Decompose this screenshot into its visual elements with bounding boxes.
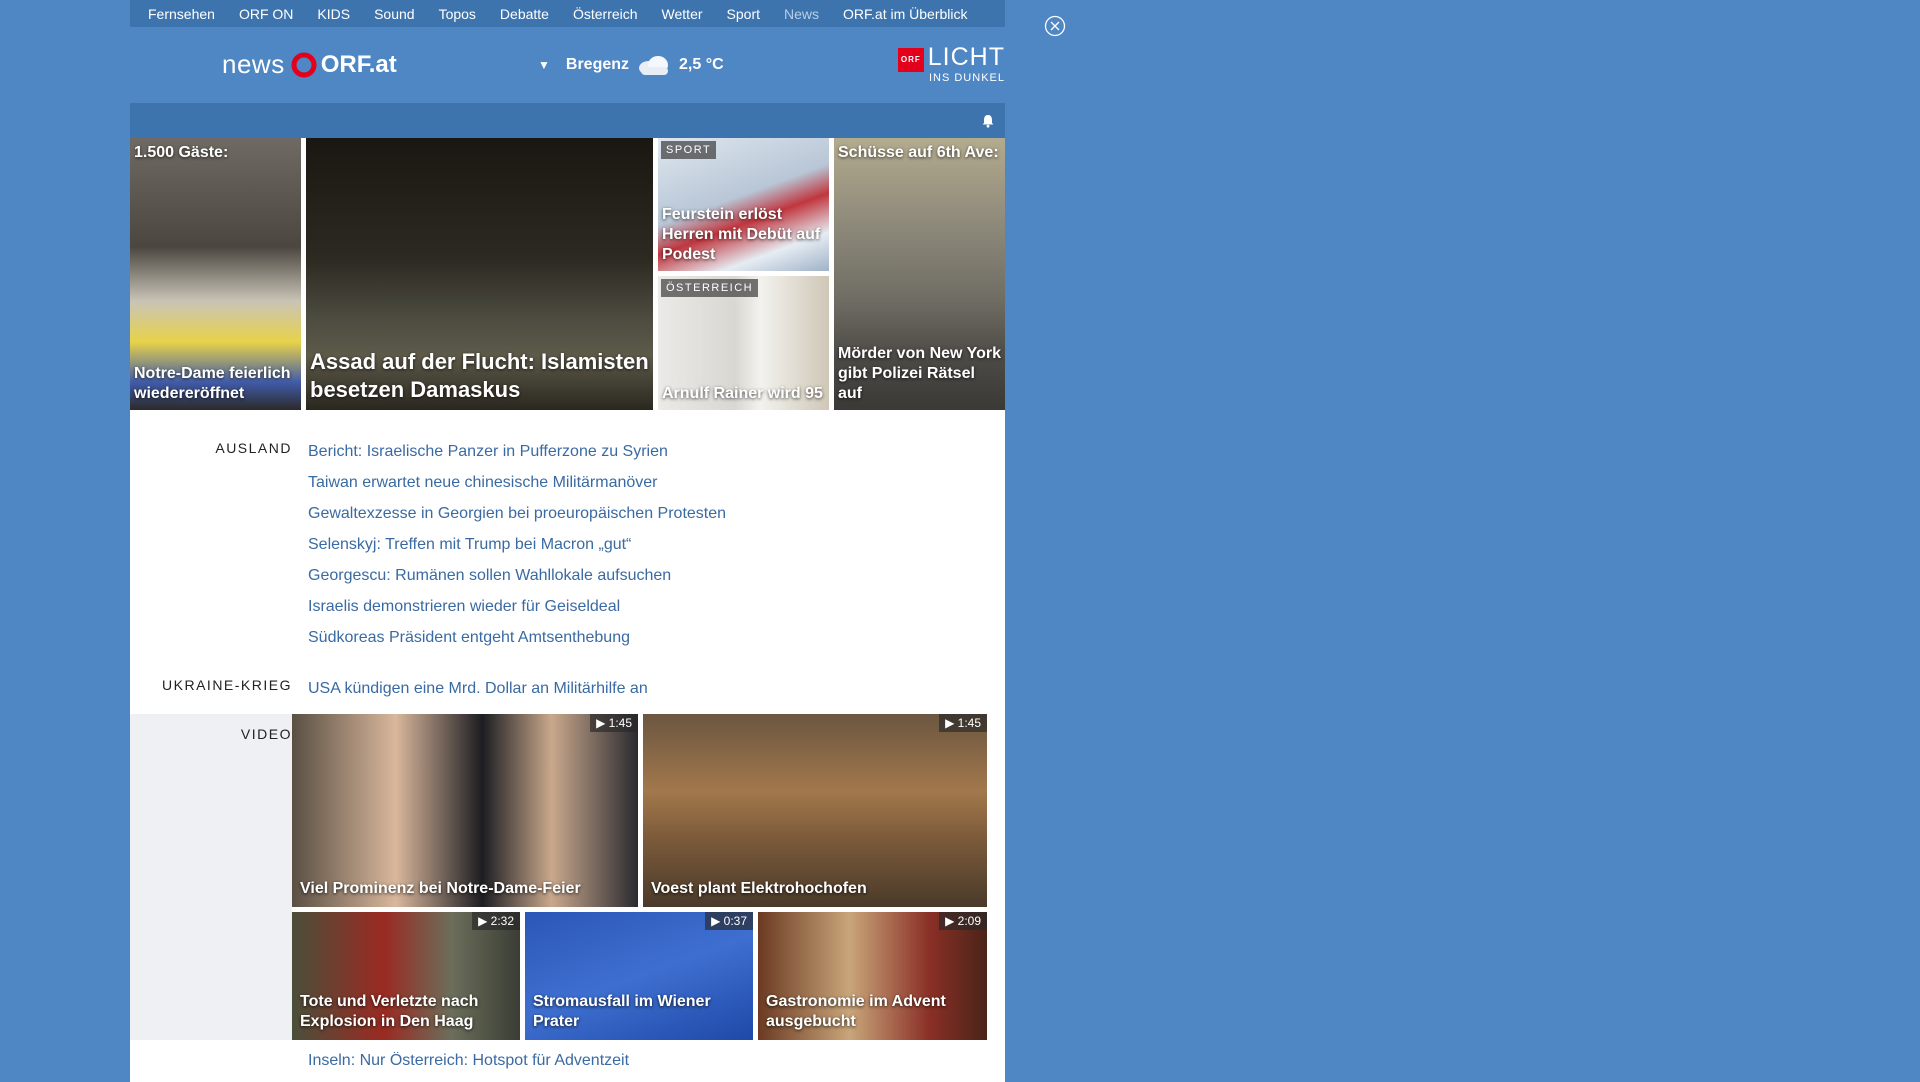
hero-tile-oesterreich[interactable]: ÖSTERREICH Arnulf Rainer wird 95 (658, 276, 829, 410)
video-duration: ▶ 1:45 (590, 714, 638, 732)
cloud-icon (639, 56, 669, 75)
duration-text: 2:32 (490, 914, 514, 928)
logo-news-text: news (222, 49, 285, 79)
nav-item-news[interactable]: News (784, 6, 819, 22)
licht-ins-dunkel-logo[interactable]: ORF LICHT INS DUNKEL (897, 43, 1005, 84)
nav-item-sound[interactable]: Sound (374, 6, 414, 22)
orf-badge: ORF (897, 48, 924, 72)
video-tile[interactable]: ▶ 1:45 Viel Prominenz bei Notre-Dame-Fei… (292, 714, 638, 907)
video-duration: ▶ 2:09 (939, 912, 987, 930)
weather-city: Bregenz (565, 56, 630, 73)
nav-item-topos[interactable]: Topos (439, 6, 476, 22)
section-label: AUSLAND (215, 440, 292, 456)
hero-tile-kicker: Schüsse auf 6th Ave: (838, 144, 999, 161)
section-ukraine-krieg: UKRAINE-KRIEG USA kündigen eine Mrd. Dol… (130, 673, 1005, 704)
hero-tile-sport[interactable]: SPORT Feurstein erlöst Herren mit Debüt … (658, 138, 829, 271)
video-caption: Viel Prominenz bei Notre-Dame-Feier (300, 880, 581, 897)
orf-ring-icon (291, 52, 317, 77)
video-duration: ▶ 1:45 (939, 714, 987, 732)
section-label: UKRAINE-KRIEG (162, 677, 292, 693)
video-caption: Gastronomie im Advent ausgebucht (766, 993, 946, 1030)
headline-link[interactable]: Gewaltexzesse in Georgien bei proeuropäi… (308, 498, 726, 529)
play-icon: ▶ (945, 716, 958, 730)
video-tile[interactable]: ▶ 2:09 Gastronomie im Advent ausgebucht (758, 912, 987, 1040)
licht-line2: INS DUNKEL (928, 72, 1005, 84)
hero-tile-notre-dame[interactable]: 1.500 Gäste: Notre-Dame feierlich wieder… (130, 138, 301, 410)
video-tile[interactable]: ▶ 1:45 Voest plant Elektrohochofen (643, 714, 987, 907)
nav-item-sport[interactable]: Sport (727, 6, 760, 22)
duration-text: 2:09 (957, 914, 981, 928)
section-video: VIDEO ▶ 1:45 Viel Prominenz bei Notre-Da… (130, 714, 1005, 1040)
hero-tile-kicker: 1.500 Gäste: (134, 144, 229, 161)
duration-text: 1:45 (608, 716, 632, 730)
page: Fernsehen ORF ON KIDS Sound Topos Debatt… (130, 0, 1005, 1082)
site-header: news ORF.at ▼ Bregenz 2,5 °C ORF LICHT IN… (130, 27, 1005, 103)
notification-bar (130, 103, 1005, 138)
section-ausland: AUSLAND Bericht: Israelische Panzer in P… (130, 436, 1005, 653)
licht-line1: LICHT (927, 43, 1005, 71)
headline-list: Bericht: Israelische Panzer in Pufferzon… (292, 436, 726, 653)
hero-tile-headline: Arnulf Rainer wird 95 (662, 385, 823, 402)
hero-tile-headline: Feurstein erlöst Herren mit Debüt auf Po… (662, 206, 821, 263)
play-icon: ▶ (596, 716, 609, 730)
play-icon: ▶ (945, 914, 958, 928)
video-duration: ▶ 2:32 (472, 912, 520, 930)
headline-link[interactable]: Bericht: Israelische Panzer in Pufferzon… (308, 436, 726, 467)
headline-list: USA kündigen eine Mrd. Dollar an Militär… (292, 673, 648, 704)
headline-link[interactable]: Georgescu: Rumänen sollen Wahllokale auf… (308, 560, 726, 591)
headline-link[interactable]: Taiwan erwartet neue chinesische Militär… (308, 467, 726, 498)
nav-item-oesterreich[interactable]: Österreich (573, 6, 638, 22)
headline-link-partial[interactable]: Inseln: Nur Österreich: Hotspot für Adve… (130, 1052, 1005, 1082)
close-icon[interactable] (1044, 15, 1066, 37)
nav-item-overview[interactable]: ORF.at im Überblick (843, 6, 967, 22)
news-orf-logo[interactable]: news ORF.at (222, 49, 397, 80)
nav-item-fernsehen[interactable]: Fernsehen (148, 6, 215, 22)
category-tag: ÖSTERREICH (661, 279, 759, 297)
headline-link[interactable]: Selenskyj: Treffen mit Trump bei Macron … (308, 529, 726, 560)
nav-item-kids[interactable]: KIDS (317, 6, 350, 22)
video-caption: Voest plant Elektrohochofen (651, 880, 867, 897)
headline-link[interactable]: Südkoreas Präsident entgeht Amtsenthebun… (308, 622, 726, 653)
hero-tile-new-york[interactable]: Schüsse auf 6th Ave: Mörder von New York… (834, 138, 1005, 410)
hero-grid: 1.500 Gäste: Notre-Dame feierlich wieder… (130, 138, 1005, 410)
video-grid: ▶ 1:45 Viel Prominenz bei Notre-Dame-Fei… (292, 714, 1005, 1040)
top-navigation: Fernsehen ORF ON KIDS Sound Topos Debatt… (130, 0, 1005, 27)
section-label: VIDEO (130, 714, 292, 1040)
nav-item-wetter[interactable]: Wetter (662, 6, 703, 22)
weather-widget[interactable]: ▼ Bregenz 2,5 °C (538, 55, 724, 75)
video-tile[interactable]: ▶ 0:37 Stromausfall im Wiener Prater (525, 912, 753, 1040)
bell-icon[interactable] (981, 114, 995, 128)
weather-temperature: 2,5 °C (679, 56, 724, 73)
video-duration: ▶ 0:37 (705, 912, 753, 930)
headline-link[interactable]: Israelis demonstrieren wieder für Geisel… (308, 591, 726, 622)
play-icon: ▶ (711, 914, 724, 928)
video-tile[interactable]: ▶ 2:32 Tote und Verletzte nach Explosion… (292, 912, 520, 1040)
hero-tile-assad[interactable]: Assad auf der Flucht: Islamisten besetze… (306, 138, 653, 410)
duration-text: 1:45 (957, 716, 981, 730)
triangle-down-icon[interactable]: ▼ (538, 58, 550, 72)
category-tag: SPORT (661, 141, 717, 159)
video-caption: Stromausfall im Wiener Prater (533, 993, 711, 1030)
nav-item-orf-on[interactable]: ORF ON (239, 6, 293, 22)
headline-link[interactable]: USA kündigen eine Mrd. Dollar an Militär… (308, 673, 648, 704)
video-caption: Tote und Verletzte nach Explosion in Den… (300, 993, 479, 1030)
news-content: AUSLAND Bericht: Israelische Panzer in P… (130, 410, 1005, 1082)
hero-tile-headline: Mörder von New York gibt Polizei Rätsel … (838, 345, 1001, 402)
logo-orf-text: ORF.at (320, 50, 397, 78)
hero-tile-headline: Assad auf der Flucht: Islamisten besetze… (310, 349, 649, 402)
hero-tile-headline: Notre-Dame feierlich wiedereröffnet (134, 365, 291, 402)
play-icon: ▶ (478, 914, 491, 928)
duration-text: 0:37 (723, 914, 747, 928)
nav-item-debatte[interactable]: Debatte (500, 6, 549, 22)
